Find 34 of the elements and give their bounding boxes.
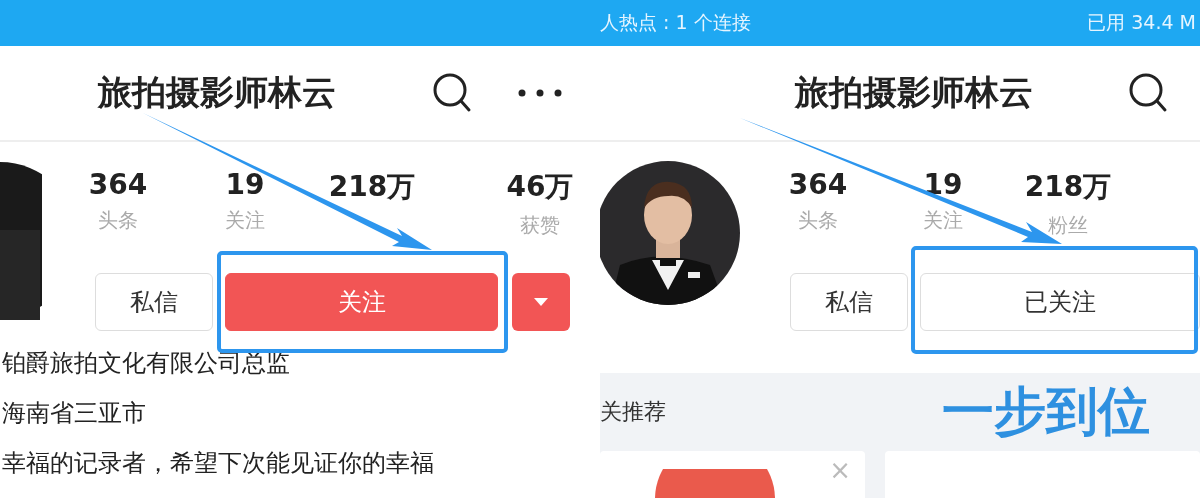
annotation-caption: 一步到位: [942, 380, 1150, 443]
stat-value: 19: [923, 168, 963, 201]
data-usage: 已用 34.4 M: [1087, 10, 1196, 35]
stat-label: 头条: [98, 207, 138, 234]
dropdown-button[interactable]: [512, 273, 570, 331]
stat-value: 46万: [506, 169, 574, 205]
avatar-icon: [655, 469, 775, 498]
stat-value: 19: [225, 168, 265, 201]
search-icon: [1128, 72, 1168, 114]
more-icon: [518, 89, 562, 97]
stat-label: 关注: [923, 207, 963, 234]
stat-label: 粉丝: [1048, 212, 1088, 239]
follow-button[interactable]: 已关注: [920, 273, 1200, 331]
stat-label: 获赞: [520, 212, 560, 239]
stat-value: 364: [88, 168, 148, 201]
stat-value: 364: [788, 168, 848, 201]
stat-value: 218万: [1024, 169, 1112, 205]
hotspot-status: 人热点 : 1 个连接: [600, 10, 751, 35]
stat-label: 关注: [225, 207, 265, 234]
more-button[interactable]: [518, 89, 562, 97]
search-button[interactable]: [432, 72, 472, 114]
caret-icon: [534, 298, 548, 306]
profile-name: 旅拍摄影师林云: [98, 71, 336, 114]
stat-value: 218万: [328, 169, 416, 205]
search-button[interactable]: [1128, 72, 1168, 114]
message-button[interactable]: 私信: [95, 273, 213, 331]
bio-line: 幸福的记录者，希望下次能见证你的幸福: [2, 448, 435, 479]
stat-label: 头条: [798, 207, 838, 234]
section-title: 关推荐: [600, 398, 666, 426]
message-button[interactable]: 私信: [790, 273, 908, 331]
search-icon: [432, 72, 472, 114]
bio-line: 铂爵旅拍文化有限公司总监: [2, 348, 291, 379]
profile-name: 旅拍摄影师林云: [795, 71, 1033, 114]
bio-line: 海南省三亚市: [2, 398, 147, 429]
